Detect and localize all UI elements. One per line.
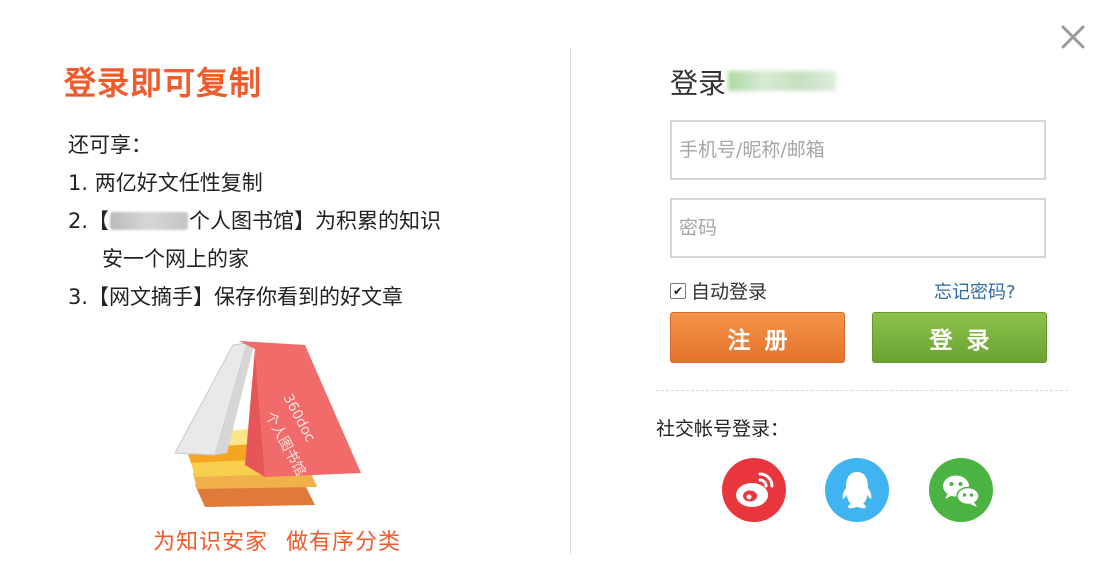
login-title: 登录 — [670, 62, 837, 102]
promo-title: 登录即可复制 — [64, 64, 263, 102]
slogan-part-2: 做有序分类 — [286, 530, 402, 555]
login-button[interactable]: 登录 — [872, 312, 1047, 363]
login-title-text: 登录 — [670, 67, 727, 100]
perk-item-2-line2: 安一个网上的家 — [102, 247, 249, 271]
password-input[interactable] — [670, 198, 1046, 258]
close-icon[interactable] — [1058, 22, 1088, 52]
auto-login-label: 自动登录 — [691, 281, 768, 303]
wechat-icon[interactable] — [929, 458, 993, 522]
auto-login-toggle[interactable]: ✔ 自动登录 — [670, 277, 767, 304]
library-book-illustration: 360doc 个人图书馆 — [174, 341, 361, 507]
slogan: 为知识安家 做有序分类 — [153, 524, 401, 556]
perk-item-2-suffix: 个人图书馆】为积累的知识 — [189, 209, 442, 233]
redacted-text — [110, 212, 189, 230]
perk-item-3: 3.【网文摘手】保存你看到的好文章 — [68, 285, 404, 309]
slogan-part-1: 为知识安家 — [153, 530, 269, 555]
redacted-site-name — [728, 71, 837, 91]
register-button[interactable]: 注册 — [670, 312, 845, 363]
section-divider — [656, 390, 1068, 391]
username-input[interactable] — [670, 120, 1046, 180]
social-login-label: 社交帐号登录： — [656, 418, 790, 440]
perk-item-2: 2.【 个人图书馆】为积累的知识 — [68, 202, 441, 240]
qq-icon[interactable] — [825, 458, 889, 522]
perk-item-2-prefix: 2.【 — [68, 209, 110, 233]
perk-item-1: 1. 两亿好文任性复制 — [68, 171, 263, 195]
perks-intro: 还可享： — [68, 133, 152, 157]
perks-list: 还可享： 1. 两亿好文任性复制 2.【 个人图书馆】为积累的知识 安一个网上的家… — [68, 126, 441, 316]
auto-login-checkbox[interactable]: ✔ — [670, 282, 686, 299]
weibo-icon[interactable] — [722, 458, 786, 522]
forgot-password-link[interactable]: 忘记密码? — [934, 278, 1016, 304]
panel-divider — [570, 48, 571, 554]
